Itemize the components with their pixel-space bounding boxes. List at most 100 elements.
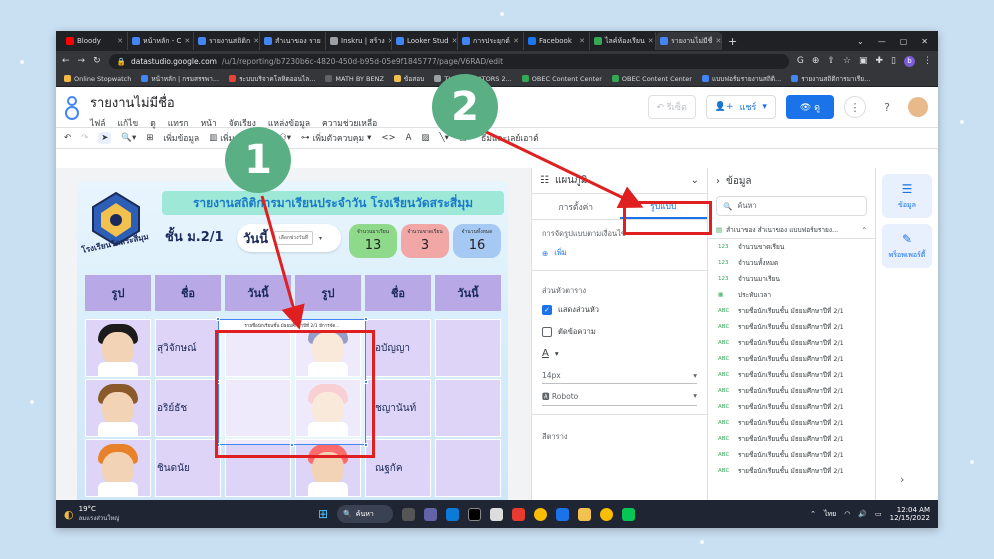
data-field[interactable]: ABC รายชื่อนักเรียนชั้น มัธยมศึกษาปีที่ 2… bbox=[708, 447, 875, 463]
data-field[interactable]: ABC รายชื่อนักเรียนชั้น มัธยมศึกษาปีที่ 2… bbox=[708, 463, 875, 479]
bookmark-item[interactable]: แบบฟอร์มรายงานสถิติ... bbox=[701, 74, 781, 84]
bookmark-item[interactable]: Online Stopwatch bbox=[64, 75, 131, 83]
browser-tab[interactable]: Inskru | สร้าง✕ bbox=[326, 32, 392, 50]
notion-icon[interactable] bbox=[468, 507, 482, 521]
menu-item[interactable]: แก้ไข bbox=[118, 116, 139, 130]
font-color-picker[interactable]: A ▾ bbox=[532, 343, 707, 364]
data-field[interactable]: ABC รายชื่อนักเรียนชั้น มัธยมศึกษาปีที่ 2… bbox=[708, 431, 875, 447]
user-avatar[interactable] bbox=[908, 97, 928, 117]
data-field[interactable]: ABC รายชื่อนักเรียนชั้น มัธยมศึกษาปีที่ 2… bbox=[708, 351, 875, 367]
resize-handle[interactable] bbox=[364, 317, 368, 321]
stat-scorecard[interactable]: จำนวนมาเรียน 13 bbox=[349, 224, 397, 258]
chrome-icon[interactable] bbox=[600, 507, 614, 521]
text-icon[interactable]: A bbox=[406, 133, 412, 143]
stat-scorecard[interactable]: จำนวนทั้งหมด 16 bbox=[453, 224, 501, 258]
chevron-up-icon[interactable]: ⌃ bbox=[810, 510, 816, 518]
font-size-select[interactable]: 14px ▾ bbox=[542, 368, 697, 384]
language-indicator[interactable]: ไทย bbox=[824, 509, 836, 520]
chevron-down-icon[interactable]: ⌄ bbox=[857, 37, 864, 46]
code-embed-icon[interactable]: <> bbox=[381, 133, 395, 143]
puzzle-icon[interactable]: ✚ bbox=[876, 56, 884, 66]
close-tab-icon[interactable]: ✕ bbox=[648, 37, 654, 45]
collapse-icon[interactable]: › bbox=[716, 176, 720, 187]
data-field[interactable]: ABC รายชื่อนักเรียนชั้น มัธยมศึกษาปีที่ 2… bbox=[708, 399, 875, 415]
theme-layout-button[interactable]: ธีมและเลย์เอาต์ bbox=[481, 131, 538, 145]
data-field[interactable]: ABC รายชื่อนักเรียนชั้น มัธยมศึกษาปีที่ 2… bbox=[708, 367, 875, 383]
mail-icon[interactable] bbox=[556, 507, 570, 521]
data-field[interactable]: ABC รายชื่อนักเรียนชั้น มัธยมศึกษาปีที่ 2… bbox=[708, 415, 875, 431]
wifi-icon[interactable]: ◠ bbox=[844, 510, 850, 518]
sidepanel-icon[interactable]: ▯ bbox=[891, 56, 896, 66]
data-field[interactable]: 123 จำนวนทั้งหมด bbox=[708, 255, 875, 271]
rail-properties-button[interactable]: ✎ พร็อพเพอร์ตี้ bbox=[882, 224, 932, 268]
browser-tab[interactable]: รายงานไม่มีชื่ ✕ bbox=[656, 32, 722, 50]
menu-kebab-icon[interactable]: ⋮ bbox=[923, 56, 932, 66]
taskbar-search[interactable]: 🔍 ค้นหา bbox=[337, 505, 394, 523]
reload-icon[interactable]: ↻ bbox=[93, 56, 101, 66]
date-select[interactable]: เลือกช่วงวันที่ bbox=[274, 231, 314, 245]
browser-tab[interactable]: การประยุกต์ ✕ bbox=[458, 32, 524, 50]
line-app-icon[interactable] bbox=[622, 507, 636, 521]
bookmark-item[interactable]: หน้าหลัก | กรมสรรพา... bbox=[141, 74, 219, 84]
edge-icon[interactable] bbox=[446, 507, 460, 521]
add-data-button[interactable]: เพิ่มข้อมูล bbox=[163, 131, 199, 145]
help-icon[interactable]: ? bbox=[876, 96, 898, 118]
menu-item[interactable]: ความช่วยเหลือ bbox=[322, 116, 377, 130]
bookmark-item[interactable]: ข้อสอบ bbox=[393, 74, 424, 84]
close-tab-icon[interactable]: ✕ bbox=[513, 37, 519, 45]
share-page-icon[interactable]: ⇪ bbox=[827, 56, 835, 66]
chart-type-selector[interactable]: ☷ แผนภูมิ ⌄ bbox=[532, 168, 707, 194]
class-label[interactable]: ชั้น ม.2/1 bbox=[165, 226, 224, 247]
data-field[interactable]: 123 จำนวนมาเรียน bbox=[708, 271, 875, 287]
add-control-button[interactable]: ⊶ เพิ่มตัวควบคุม ▾ bbox=[301, 131, 371, 145]
browser-tab[interactable]: Looker Stud ✕ bbox=[392, 32, 458, 50]
menu-item[interactable]: แหล่งข้อมูล bbox=[268, 116, 310, 130]
share-button[interactable]: 👤+ แชร์ ▾ bbox=[705, 95, 776, 119]
back-icon[interactable]: ← bbox=[62, 56, 70, 66]
star-icon[interactable]: ☆ bbox=[843, 56, 851, 66]
redo-icon[interactable]: ↷ bbox=[81, 133, 88, 143]
weather-widget[interactable]: ◐ 19°C ลมแรงส่วนใหญ่ bbox=[64, 505, 119, 523]
font-family-select[interactable]: 🅰 Roboto ▾ bbox=[542, 388, 697, 406]
data-field[interactable]: ▦ ประทับเวลา bbox=[708, 287, 875, 303]
menu-item[interactable]: แทรก bbox=[168, 116, 189, 130]
report-name[interactable]: รายงานไม่มีชื่อ bbox=[90, 92, 377, 113]
zoom-tool-icon[interactable]: 🔍▾ bbox=[121, 133, 136, 143]
close-tab-icon[interactable]: ✕ bbox=[579, 37, 585, 45]
zoom-icon[interactable]: ⊕ bbox=[812, 56, 820, 66]
data-field[interactable]: ABC รายชื่อนักเรียนชั้น มัธยมศึกษาปีที่ 2… bbox=[708, 335, 875, 351]
folder-icon[interactable] bbox=[578, 507, 592, 521]
resize-handle[interactable] bbox=[290, 317, 294, 321]
close-tab-icon[interactable]: ✕ bbox=[715, 37, 721, 45]
reset-button[interactable]: ↶ รีเซ็ต bbox=[647, 95, 696, 119]
browser-tab[interactable]: Facebook ✕ bbox=[524, 32, 590, 50]
forward-icon[interactable]: → bbox=[78, 56, 86, 66]
browser-tab[interactable]: สำเนาของ ราย✕ bbox=[260, 32, 326, 50]
bookmark-item[interactable]: OBEC Content Center bbox=[521, 75, 602, 83]
browser-tab[interactable]: ไลค์ห้องเรียน ✕ bbox=[590, 32, 656, 50]
report-title[interactable]: รายงานสถิติการมาเรียนประจำวัน โรงเรียนวั… bbox=[162, 191, 504, 215]
app-icon[interactable] bbox=[512, 507, 526, 521]
resize-handle[interactable] bbox=[216, 317, 220, 321]
minimize-icon[interactable]: — bbox=[878, 37, 886, 46]
office-icon[interactable] bbox=[490, 507, 504, 521]
close-tab-icon[interactable]: ✕ bbox=[117, 37, 123, 45]
bookmark-item[interactable]: รายงานสถิติการมาเรีย... bbox=[791, 74, 870, 84]
data-field[interactable]: ABC รายชื่อนักเรียนชั้น มัธยมศึกษาปีที่ 2… bbox=[708, 383, 875, 399]
close-icon[interactable]: ✕ bbox=[921, 37, 928, 46]
profile-avatar[interactable]: b bbox=[904, 55, 915, 67]
rail-data-button[interactable]: ☰ ข้อมูล bbox=[882, 174, 932, 218]
teams-icon[interactable] bbox=[424, 507, 438, 521]
windows-start-icon[interactable]: ⊞ bbox=[318, 507, 328, 521]
chevron-right-icon[interactable]: › bbox=[900, 473, 904, 486]
more-options-icon[interactable]: ⋮ bbox=[844, 96, 866, 118]
stat-scorecard[interactable]: จำนวนขาดเรียน 3 bbox=[401, 224, 449, 258]
new-tab-button[interactable]: + bbox=[728, 35, 737, 48]
menu-item[interactable]: ดู bbox=[150, 116, 156, 130]
battery-icon[interactable]: ▭ bbox=[875, 510, 882, 518]
bookmark-item[interactable]: MATH BY BENZ bbox=[325, 75, 384, 83]
close-tab-icon[interactable]: ✕ bbox=[253, 37, 259, 45]
browser-tab[interactable]: รายงานสถิติก ✕ bbox=[194, 32, 260, 50]
clock[interactable]: 12:04 AM 12/15/2022 bbox=[890, 506, 930, 522]
wrap-text-checkbox[interactable]: ตัดข้อความ bbox=[532, 321, 707, 343]
